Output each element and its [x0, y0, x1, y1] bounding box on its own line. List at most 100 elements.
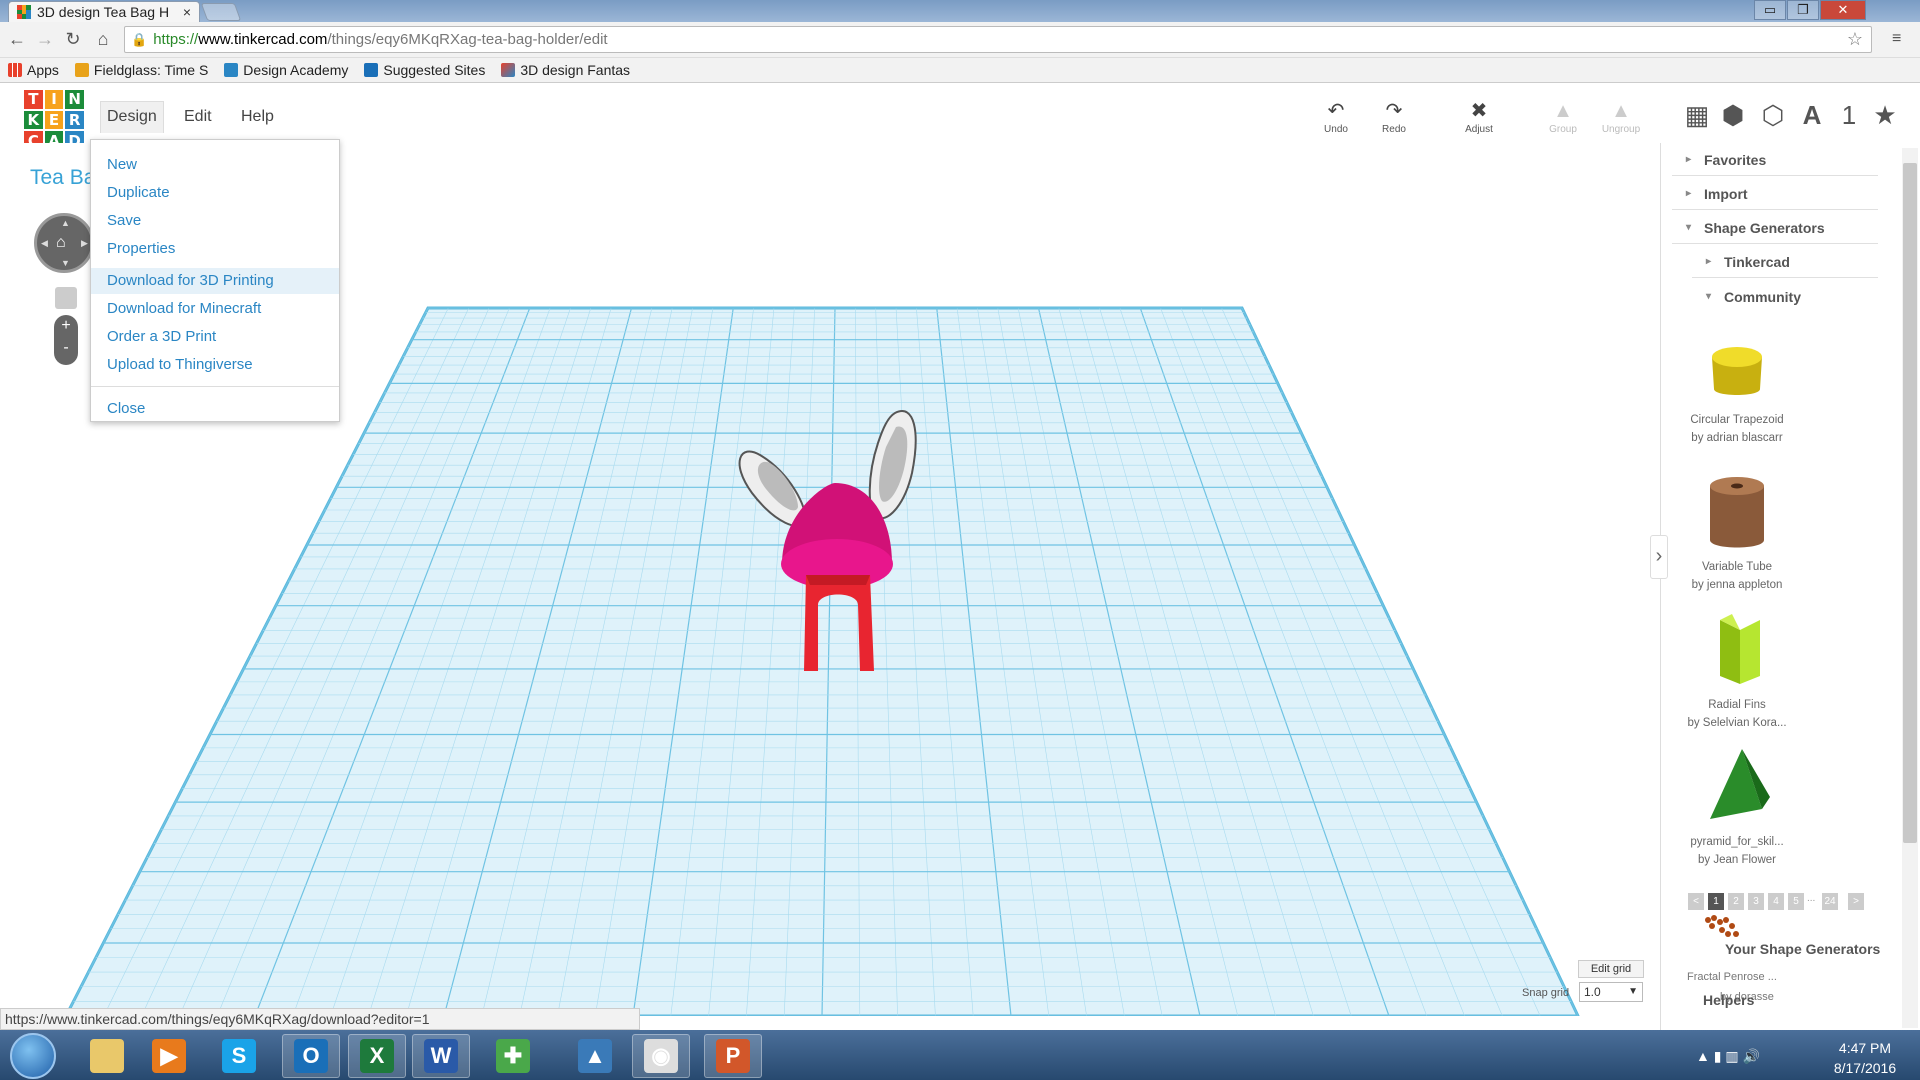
group-button[interactable]: ▲ Group — [1538, 98, 1588, 135]
taskbar-excel-button[interactable]: X — [348, 1034, 406, 1078]
fit-view-button[interactable] — [55, 287, 77, 309]
page-2-button[interactable]: 2 — [1728, 893, 1744, 910]
solid-view-icon[interactable]: ⬢ — [1716, 100, 1750, 131]
undo-button[interactable]: ↶ Undo — [1311, 98, 1361, 135]
section-import[interactable]: ▸ Import — [1672, 178, 1878, 210]
orbit-right-icon[interactable]: ▶ — [81, 238, 88, 249]
new-tab-button[interactable] — [200, 3, 242, 21]
section-shape-generators[interactable]: ▾ Shape Generators — [1672, 212, 1878, 244]
number-tool-icon[interactable]: 1 — [1832, 100, 1866, 131]
window-close-button[interactable]: ✕ — [1820, 0, 1866, 20]
zoom-in-button[interactable]: + — [54, 315, 78, 337]
taskbar-autodesk-button[interactable]: ▲ — [566, 1034, 624, 1078]
ungroup-button[interactable]: ▲ Ungroup — [1596, 98, 1646, 135]
shape-pyramid-for-skill[interactable]: pyramid_for_skil... by Jean Flower — [1672, 747, 1802, 869]
adjust-button[interactable]: ✖ Adjust — [1454, 98, 1504, 135]
section-favorites[interactable]: ▸ Favorites — [1672, 144, 1878, 176]
chrome-menu-icon[interactable]: ≡ — [1892, 30, 1901, 48]
bing-icon — [364, 63, 379, 77]
grid-view-icon[interactable]: ▦ — [1680, 100, 1714, 131]
orbit-up-icon[interactable]: ▲ — [61, 218, 70, 228]
menu-item-new[interactable]: New — [91, 152, 339, 178]
taskbar-powerpoint-button[interactable]: P — [704, 1034, 762, 1078]
menu-edit[interactable]: Edit — [178, 108, 218, 126]
menu-item-upload-thingiverse[interactable]: Upload to Thingiverse — [91, 352, 339, 378]
bookmark-star-icon[interactable]: ☆ — [1847, 29, 1863, 50]
menu-item-properties[interactable]: Properties — [91, 236, 339, 262]
shape-variable-tube[interactable]: Variable Tube by jenna appleton — [1672, 472, 1802, 594]
group-icon: ▲ — [1553, 100, 1573, 122]
pyramid-thumbnail — [1710, 749, 1770, 819]
orbit-left-icon[interactable]: ◀ — [41, 238, 48, 249]
zoom-control[interactable]: + - — [54, 315, 78, 365]
taskbar-chrome-button[interactable]: ◉ — [632, 1034, 690, 1078]
media-player-icon: ▶ — [152, 1039, 186, 1073]
panel-scrollbar-thumb[interactable] — [1903, 163, 1917, 843]
fractal-penrose-thumbnail[interactable] — [1702, 912, 1742, 942]
shape-circular-trapezoid[interactable]: Circular Trapezoid by adrian blascarr — [1672, 335, 1802, 447]
url-path: /things/eqy6MKqRXag-tea-bag-holder/edit — [327, 31, 608, 48]
taskbar-outlook-button[interactable]: O — [282, 1034, 340, 1078]
tab-title: 3D design Tea Bag H — [37, 4, 170, 20]
panel-collapse-icon[interactable]: › — [1650, 535, 1668, 579]
reload-icon[interactable]: ↻ — [62, 28, 84, 50]
wireframe-view-icon[interactable]: ⬡ — [1756, 100, 1790, 131]
section-community[interactable]: ▾ Community — [1692, 281, 1878, 313]
taskbar-word-button[interactable]: W — [412, 1034, 470, 1078]
section-tinkercad[interactable]: ▸ Tinkercad — [1692, 246, 1878, 278]
menu-item-download-minecraft[interactable]: Download for Minecraft — [91, 296, 339, 322]
menu-help[interactable]: Help — [235, 108, 280, 126]
taskbar-media-player-button[interactable]: ▶ — [140, 1034, 198, 1078]
home-icon[interactable]: ⌂ — [92, 28, 114, 50]
start-button[interactable] — [10, 1033, 56, 1079]
zoom-out-button[interactable]: - — [54, 337, 78, 359]
page-5-button[interactable]: 5 — [1788, 893, 1804, 910]
page-next-button[interactable]: > — [1848, 893, 1864, 910]
taskbar-file-explorer-button[interactable] — [78, 1034, 136, 1078]
bookmark-3d-design[interactable]: 3D design Fantas — [501, 62, 630, 78]
bookmark-suggested-sites[interactable]: Suggested Sites — [364, 62, 485, 78]
menu-item-download-3d-printing[interactable]: Download for 3D Printing — [91, 268, 339, 294]
taskbar-skype-button[interactable]: S — [210, 1034, 268, 1078]
bookmark-fieldglass[interactable]: Fieldglass: Time S — [74, 62, 208, 78]
page-24-button[interactable]: 24 — [1822, 893, 1838, 910]
menu-item-save[interactable]: Save — [91, 208, 339, 234]
word-icon: W — [424, 1039, 458, 1073]
section-helpers[interactable]: Helpers — [1703, 992, 1754, 1008]
page-3-button[interactable]: 3 — [1748, 893, 1764, 910]
page-prev-button[interactable]: < — [1688, 893, 1704, 910]
browser-tab[interactable]: 3D design Tea Bag H × — [8, 1, 200, 22]
minimize-button[interactable]: ▭ — [1754, 0, 1786, 20]
maximize-button[interactable]: ❐ — [1787, 0, 1819, 20]
section-your-shape-generators[interactable]: Your Shape Generators — [1703, 940, 1883, 959]
bookmark-design-academy[interactable]: Design Academy — [224, 62, 348, 78]
bookmark-apps[interactable]: Apps — [8, 62, 59, 78]
edit-grid-button[interactable]: Edit grid — [1578, 960, 1644, 978]
tab-close-icon[interactable]: × — [183, 4, 191, 20]
fieldglass-icon — [74, 63, 89, 77]
tinkercad-logo[interactable]: TIN KER CAD — [24, 90, 84, 150]
menu-item-duplicate[interactable]: Duplicate — [91, 180, 339, 206]
shape-radial-fins[interactable]: Radial Fins by Selelvian Kora... — [1672, 610, 1802, 732]
system-tray-icons[interactable]: ▲ ▮ ▥ 🔊 — [1696, 1048, 1760, 1065]
favorites-star-icon[interactable]: ★ — [1868, 100, 1902, 131]
menu-design[interactable]: Design — [100, 101, 164, 133]
forward-icon[interactable]: → — [34, 28, 56, 50]
menu-item-order-3d-print[interactable]: Order a 3D Print — [91, 324, 339, 350]
tinkercad-favicon-icon — [17, 5, 31, 19]
page-1-button[interactable]: 1 — [1708, 893, 1724, 910]
address-bar[interactable]: 🔒 https://www.tinkercad.com/things/eqy6M… — [124, 26, 1872, 53]
powerpoint-icon: P — [716, 1039, 750, 1073]
taskbar-clock[interactable]: 4:47 PM 8/17/2016 — [1820, 1038, 1910, 1078]
back-icon[interactable]: ← — [6, 28, 28, 50]
orbit-down-icon[interactable]: ▼ — [61, 258, 70, 268]
lock-icon: 🔒 — [131, 31, 148, 47]
text-tool-icon[interactable]: A — [1795, 100, 1829, 131]
home-view-icon[interactable]: ⌂ — [56, 234, 66, 252]
menu-item-close[interactable]: Close — [91, 396, 339, 422]
snap-grid-select[interactable]: 1.0 ▼ — [1579, 982, 1643, 1002]
page-4-button[interactable]: 4 — [1768, 893, 1784, 910]
redo-button[interactable]: ↷ Redo — [1369, 98, 1419, 135]
taskbar-security-button[interactable]: ✚ — [484, 1034, 542, 1078]
design-title[interactable]: Tea Ba — [30, 166, 95, 190]
